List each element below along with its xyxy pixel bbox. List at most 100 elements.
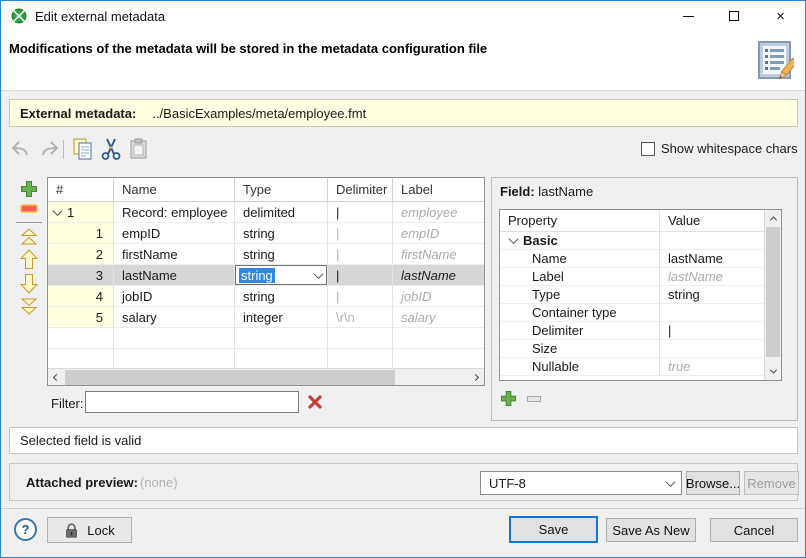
remove-field-button[interactable] — [20, 203, 38, 215]
empty-row — [48, 349, 484, 370]
horizontal-scrollbar[interactable] — [48, 368, 484, 385]
property-row[interactable]: Label lastName — [500, 268, 781, 286]
minimize-button[interactable] — [665, 1, 711, 31]
row-label[interactable]: salary — [393, 307, 484, 328]
add-field-button[interactable] — [20, 180, 38, 198]
copy-button[interactable] — [71, 137, 95, 161]
row-type[interactable]: string — [235, 244, 328, 265]
show-whitespace-checkbox[interactable] — [641, 142, 655, 156]
record-expand-chevron-icon[interactable] — [53, 206, 63, 216]
row-name[interactable]: jobID — [114, 286, 235, 307]
property-value[interactable] — [660, 340, 764, 358]
scroll-right-icon[interactable] — [467, 369, 484, 386]
row-label[interactable]: lastName — [393, 265, 484, 286]
scroll-up-icon[interactable] — [765, 210, 781, 227]
property-row[interactable]: Nullable true — [500, 358, 781, 376]
row-delimiter[interactable]: | — [328, 286, 393, 307]
filter-label: Filter: — [51, 396, 84, 411]
table-row-selected[interactable]: 3 lastName string | lastName — [48, 265, 484, 286]
row-label[interactable]: firstName — [393, 244, 484, 265]
attached-preview-label: Attached preview: — [26, 475, 138, 490]
encoding-dropdown[interactable]: UTF-8 — [480, 471, 682, 495]
save-button[interactable]: Save — [509, 516, 598, 543]
property-row[interactable]: Type string — [500, 286, 781, 304]
move-top-button[interactable] — [20, 228, 38, 246]
row-type[interactable]: string — [235, 286, 328, 307]
record-name[interactable]: Record: employee — [114, 202, 235, 223]
col-header-property[interactable]: Property — [500, 210, 660, 232]
property-row[interactable]: Name lastName — [500, 250, 781, 268]
row-name[interactable]: lastName — [114, 265, 235, 286]
type-dropdown[interactable]: string — [235, 265, 327, 285]
lock-button[interactable]: Lock — [47, 517, 132, 543]
table-row[interactable]: 2 firstName string | firstName — [48, 244, 484, 265]
row-name[interactable]: salary — [114, 307, 235, 328]
scroll-down-icon[interactable] — [765, 363, 781, 380]
scrollbar-thumb[interactable] — [766, 227, 780, 357]
record-delimiter[interactable]: | — [328, 202, 393, 223]
property-value[interactable]: | — [660, 322, 764, 340]
table-row[interactable]: 5 salary integer \r\n salary — [48, 307, 484, 328]
row-name[interactable]: firstName — [114, 244, 235, 265]
property-name: Size — [500, 340, 660, 358]
filter-input[interactable] — [85, 391, 299, 413]
property-value[interactable]: lastName — [660, 250, 764, 268]
record-label[interactable]: employee — [393, 202, 484, 223]
move-bottom-button[interactable] — [20, 297, 38, 315]
cut-button[interactable] — [99, 137, 123, 161]
cancel-button[interactable]: Cancel — [710, 518, 798, 542]
scrollbar-thumb[interactable] — [65, 370, 395, 385]
property-value[interactable] — [660, 304, 764, 322]
help-button[interactable]: ? — [14, 518, 37, 541]
move-up-button[interactable] — [20, 249, 38, 270]
property-row[interactable]: Delimiter | — [500, 322, 781, 340]
move-down-button[interactable] — [20, 273, 38, 294]
help-icon: ? — [22, 522, 30, 537]
property-value[interactable]: string — [660, 286, 764, 304]
row-type[interactable]: integer — [235, 307, 328, 328]
property-row[interactable]: Size — [500, 340, 781, 358]
add-property-button[interactable] — [500, 390, 517, 407]
col-header-num[interactable]: # — [48, 178, 114, 201]
table-row[interactable]: 4 jobID string | jobID — [48, 286, 484, 307]
redo-button[interactable] — [37, 137, 61, 161]
browse-button[interactable]: Browse... — [686, 471, 740, 495]
record-type[interactable]: delimited — [235, 202, 328, 223]
row-delimiter[interactable]: | — [328, 244, 393, 265]
row-label[interactable]: empID — [393, 223, 484, 244]
paste-button[interactable] — [127, 137, 151, 161]
property-name: Type — [500, 286, 660, 304]
row-delimiter[interactable]: | — [328, 223, 393, 244]
external-metadata-bar: External metadata: ../BasicExamples/meta… — [9, 99, 798, 127]
show-whitespace-label: Show whitespace chars — [661, 141, 798, 156]
save-as-new-button[interactable]: Save As New — [606, 518, 696, 542]
scroll-left-icon[interactable] — [48, 369, 65, 386]
remove-property-button[interactable] — [527, 396, 541, 402]
title-bar[interactable]: Edit external metadata × — [1, 1, 805, 31]
group-expand-chevron-icon[interactable] — [509, 234, 519, 244]
property-value[interactable]: true — [660, 358, 764, 376]
record-row[interactable]: 1 Record: employee delimited | employee — [48, 202, 484, 223]
vertical-scrollbar[interactable] — [764, 210, 781, 380]
chevron-down-icon[interactable] — [314, 269, 324, 279]
property-header-row: Property Value — [500, 210, 781, 232]
maximize-button[interactable] — [711, 1, 757, 31]
col-header-type[interactable]: Type — [235, 178, 328, 201]
row-name[interactable]: empID — [114, 223, 235, 244]
col-header-delimiter[interactable]: Delimiter — [328, 178, 393, 201]
col-header-value[interactable]: Value — [660, 210, 764, 232]
undo-button[interactable] — [9, 137, 33, 161]
col-header-name[interactable]: Name — [114, 178, 235, 201]
property-row[interactable]: Container type — [500, 304, 781, 322]
status-message: Selected field is valid — [20, 433, 141, 448]
row-delimiter[interactable]: | — [328, 265, 393, 286]
close-button[interactable]: × — [757, 1, 804, 31]
property-group-basic[interactable]: Basic — [500, 232, 781, 250]
col-header-label[interactable]: Label — [393, 178, 484, 201]
clear-filter-button[interactable] — [307, 394, 323, 410]
row-label[interactable]: jobID — [393, 286, 484, 307]
table-row[interactable]: 1 empID string | empID — [48, 223, 484, 244]
row-delimiter[interactable]: \r\n — [328, 307, 393, 328]
row-type[interactable]: string — [235, 223, 328, 244]
property-value[interactable]: lastName — [660, 268, 764, 286]
